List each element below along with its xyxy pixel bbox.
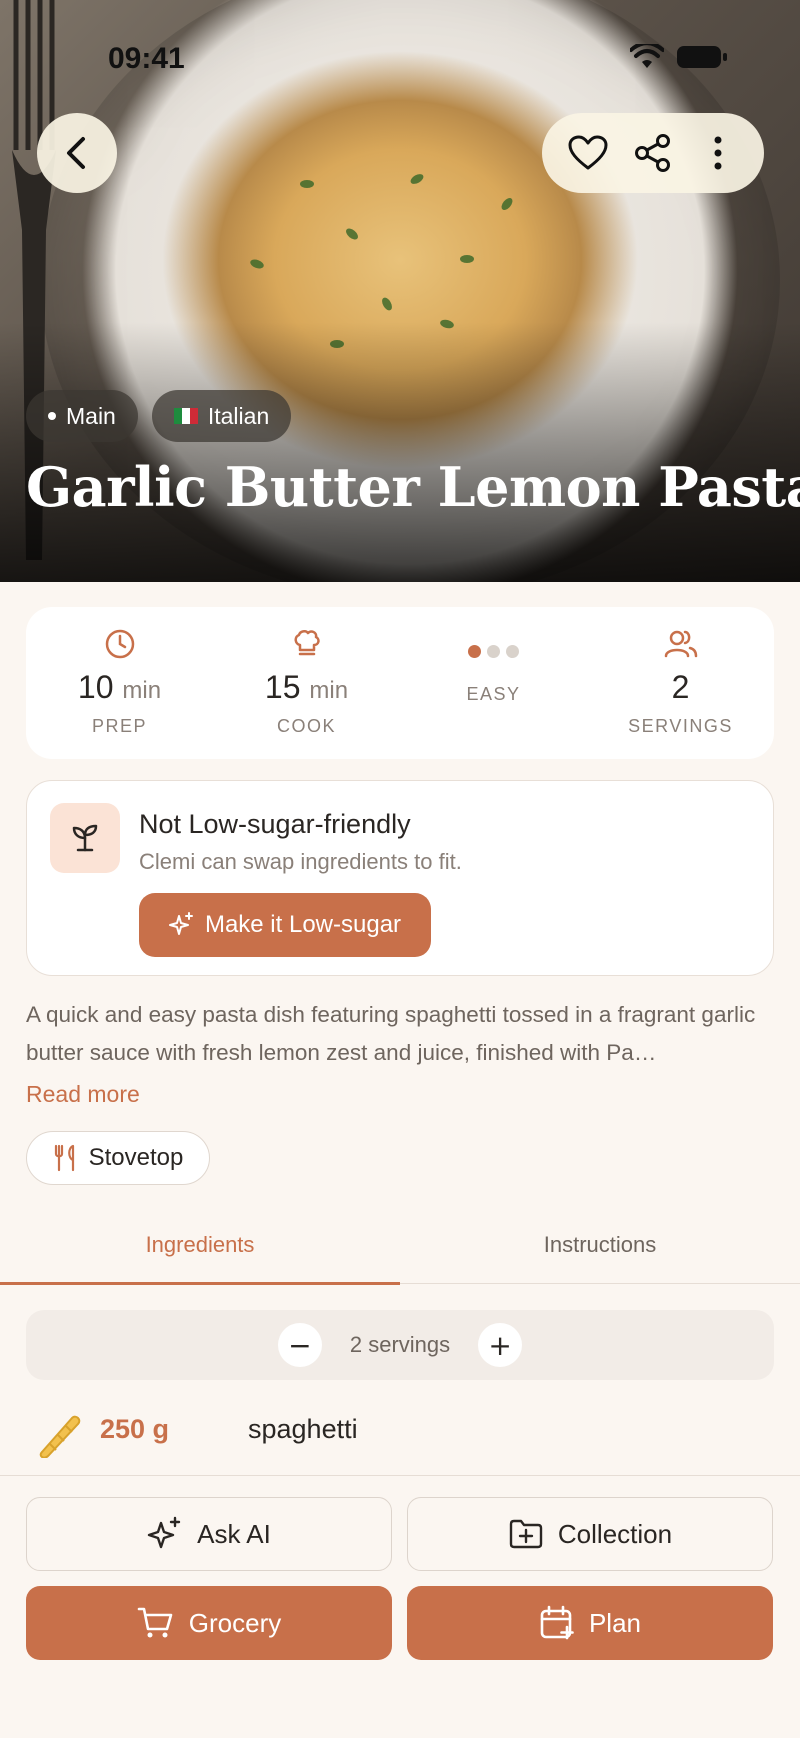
tab-instructions[interactable]: Instructions (400, 1220, 800, 1283)
cook-unit: min (309, 677, 349, 704)
difficulty-label: EASY (466, 684, 521, 704)
pasta-icon (39, 1415, 81, 1458)
status-icons (630, 44, 728, 70)
ingredient-row: 250 g spaghetti (0, 1390, 800, 1476)
back-button[interactable] (37, 113, 117, 193)
bullet-icon (48, 412, 56, 420)
recipe-tabs: Ingredients Instructions (0, 1220, 800, 1285)
make-low-sugar-label: Make it Low-sugar (204, 911, 402, 938)
servings-stepper: − 2 servings + (26, 1310, 774, 1380)
chef-hat-icon (294, 630, 320, 656)
grocery-label: Grocery (188, 1607, 282, 1638)
more-vertical-icon (714, 136, 722, 170)
plan-button[interactable]: Plan (407, 1586, 773, 1660)
tag-label: Main (66, 402, 116, 429)
read-more-link[interactable]: Read more (26, 1081, 140, 1108)
method-tag-label: Stovetop (88, 1144, 184, 1171)
header-actions (542, 113, 764, 193)
diet-subtitle: Clemi can swap ingredients to fit. (139, 849, 462, 874)
decrease-servings-button[interactable]: − (277, 1323, 322, 1367)
servings-label: SERVINGS (628, 716, 733, 736)
cart-icon (137, 1607, 173, 1638)
favorite-button[interactable] (560, 125, 616, 181)
make-low-sugar-button[interactable]: Make it Low-sugar (139, 893, 431, 957)
plan-label: Plan (588, 1607, 642, 1638)
calendar-plus-icon (540, 1605, 574, 1640)
collection-label: Collection (557, 1518, 673, 1549)
difficulty-dot (506, 645, 519, 658)
share-icon (634, 134, 670, 172)
stat-servings: 2 SERVINGS (587, 607, 774, 759)
sprout-icon (72, 824, 98, 852)
grocery-button[interactable]: Grocery (26, 1586, 392, 1660)
sparkles-icon (147, 1516, 181, 1549)
users-icon (664, 630, 697, 658)
diet-compatibility-card: Not Low-sugar-friendly Clemi can swap in… (26, 780, 774, 976)
method-tag-stovetop[interactable]: Stovetop (26, 1131, 210, 1185)
status-bar: 09:41 (0, 38, 800, 78)
status-time: 09:41 (108, 42, 185, 75)
italy-flag-icon (173, 408, 198, 424)
tag-label: Italian (207, 402, 270, 429)
stat-difficulty: EASY (400, 607, 587, 759)
prep-label: PREP (91, 716, 148, 736)
collection-button[interactable]: Collection (407, 1497, 773, 1571)
cook-value: 15 (264, 669, 301, 705)
ask-ai-label: Ask AI (197, 1518, 271, 1549)
utensils-icon (54, 1144, 74, 1172)
servings-value: 2 (671, 669, 690, 705)
clock-icon (105, 629, 134, 659)
recipe-title: Garlic Butter Lemon Pasta (26, 455, 800, 519)
share-button[interactable] (625, 125, 681, 181)
prep-unit: min (122, 677, 162, 704)
chevron-left-icon (67, 137, 85, 169)
heart-icon (568, 135, 608, 170)
more-button[interactable] (690, 125, 746, 181)
recipe-description: A quick and easy pasta dish featuring sp… (26, 1002, 756, 1065)
increase-servings-button[interactable]: + (478, 1323, 523, 1367)
recipe-tags: Main Italian (26, 390, 292, 442)
stat-cook: 15 min COOK (213, 607, 400, 759)
prep-value: 10 (77, 669, 114, 705)
hero-gradient (0, 322, 800, 582)
folder-plus-icon (509, 1519, 543, 1549)
diet-icon-tile (50, 803, 120, 873)
servings-count-label: 2 servings (349, 1332, 451, 1357)
difficulty-dot (487, 645, 500, 658)
ingredient-amount: 250 g (100, 1414, 170, 1444)
sparkle-icon (168, 912, 193, 935)
difficulty-dots (468, 645, 519, 658)
tag-cuisine: Italian (151, 390, 292, 442)
ask-ai-button[interactable]: Ask AI (26, 1497, 392, 1571)
tab-ingredients[interactable]: Ingredients (0, 1220, 400, 1285)
wifi-icon (630, 44, 664, 68)
cook-label: COOK (276, 716, 336, 736)
diet-title: Not Low-sugar-friendly (139, 809, 411, 839)
ingredient-name: spaghetti (248, 1414, 358, 1444)
stats-card: 10 min PREP 15 min COOK EASY 2 SERVINGS (26, 607, 774, 759)
stat-prep: 10 min PREP (26, 607, 213, 759)
difficulty-dot (468, 645, 481, 658)
battery-icon (677, 46, 727, 68)
tag-main: Main (26, 390, 138, 442)
